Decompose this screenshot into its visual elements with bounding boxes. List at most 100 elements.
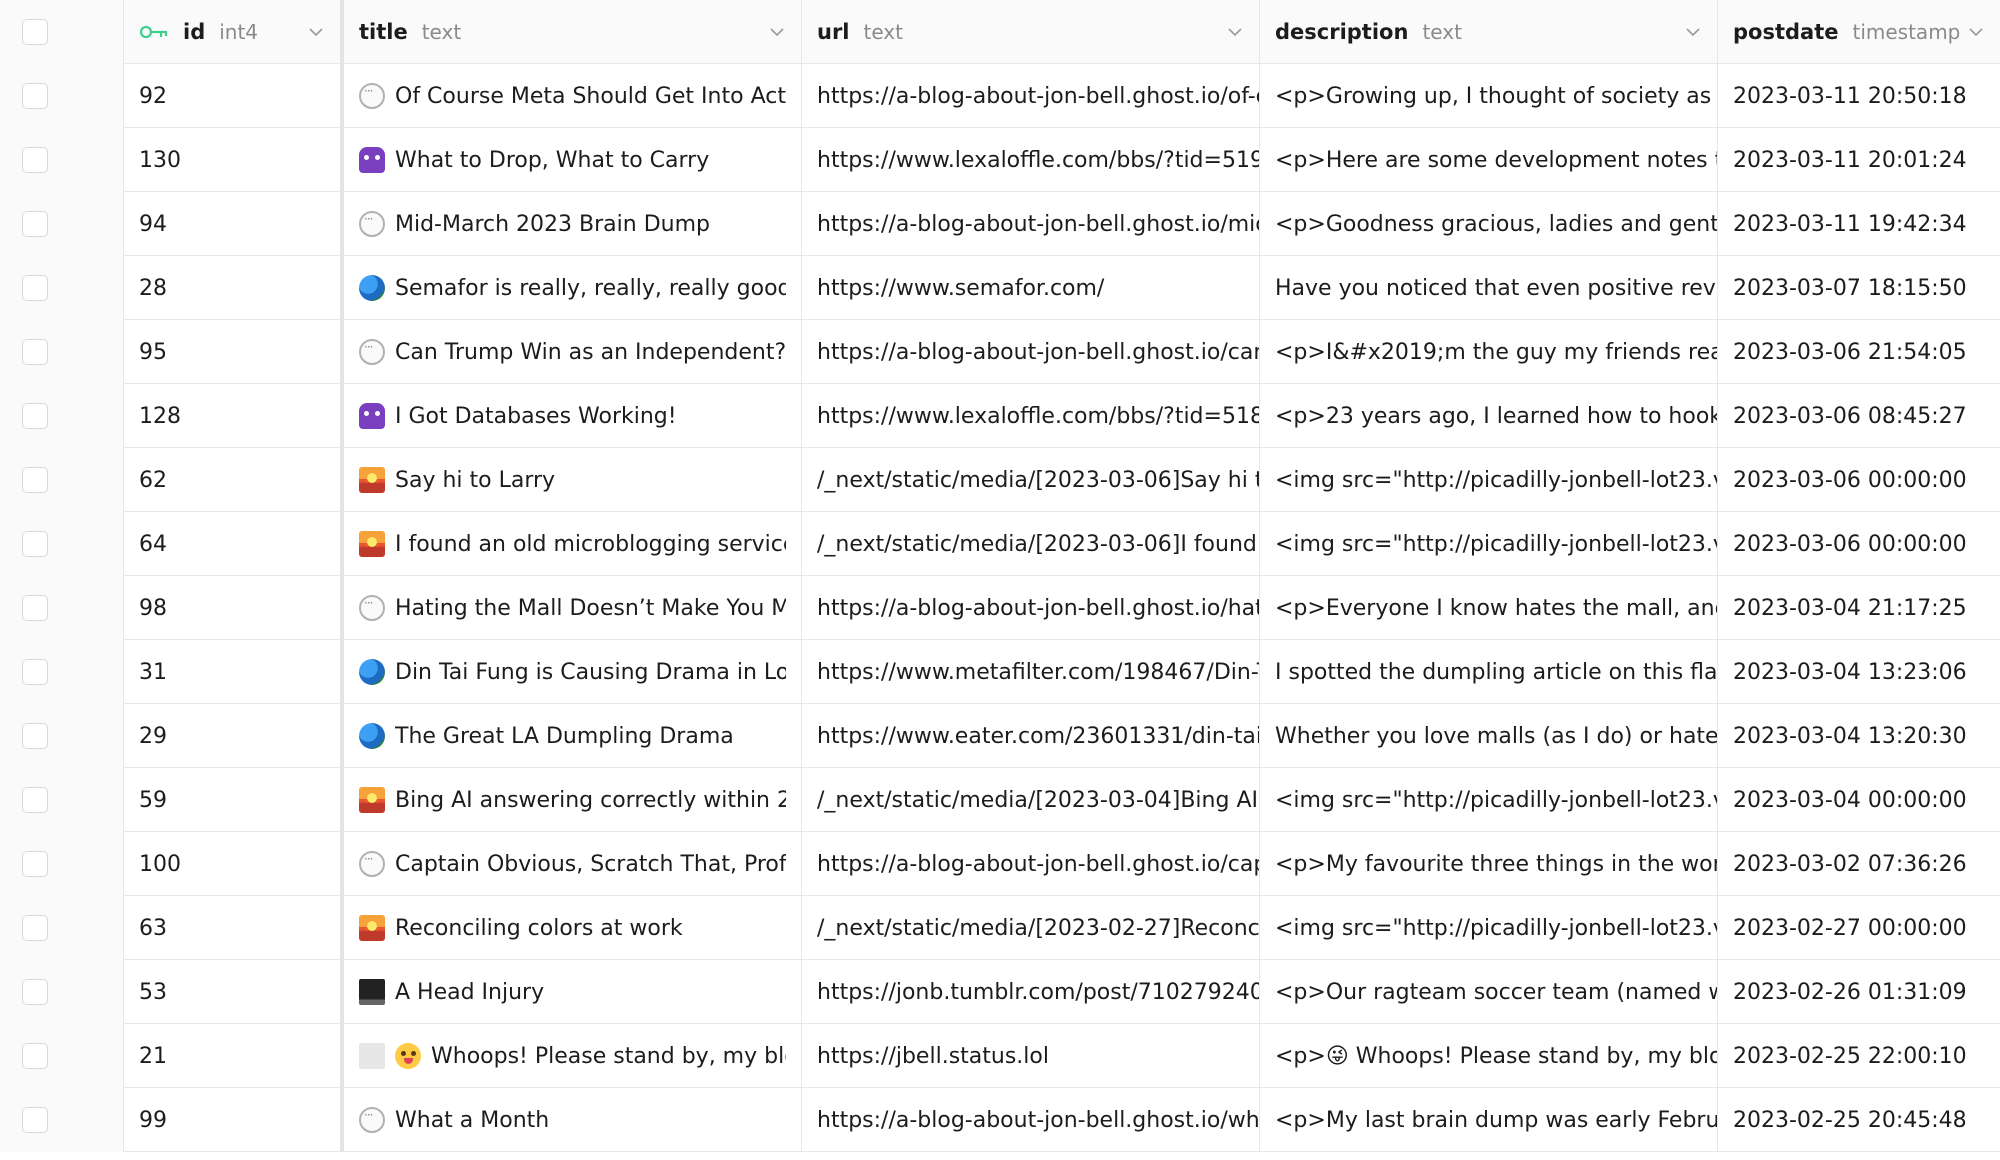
table-row[interactable]: 64 I found an old microblogging service I… — [0, 512, 2000, 576]
cell-description[interactable]: <p>My last brain dump was early Februar — [1260, 1088, 1718, 1152]
cell-description[interactable]: <img src="http://picadilly-jonbell-lot23… — [1260, 448, 1718, 512]
select-all-checkbox[interactable] — [22, 19, 48, 45]
cell-id[interactable]: 31 — [124, 640, 344, 704]
cell-url[interactable]: /_next/static/media/[2023-03-04]Bing AI — [802, 768, 1260, 832]
cell-postdate[interactable]: 2023-03-04 21:17:25 — [1718, 576, 2000, 640]
cell-url[interactable]: https://a-blog-about-jon-bell.ghost.io/h… — [802, 576, 1260, 640]
table-row[interactable]: 53 A Head Injury https://jonb.tumblr.com/p… — [0, 960, 2000, 1024]
row-checkbox[interactable] — [22, 403, 48, 429]
cell-id[interactable]: 130 — [124, 128, 344, 192]
cell-description[interactable]: <img src="http://picadilly-jonbell-lot23… — [1260, 896, 1718, 960]
chevron-down-icon[interactable] — [1684, 23, 1702, 41]
row-checkbox[interactable] — [22, 979, 48, 1005]
row-checkbox[interactable] — [22, 1107, 48, 1133]
row-checkbox[interactable] — [22, 211, 48, 237]
cell-id[interactable]: 64 — [124, 512, 344, 576]
cell-description[interactable]: <img src="http://picadilly-jonbell-lot23… — [1260, 512, 1718, 576]
cell-postdate[interactable]: 2023-03-02 07:36:26 — [1718, 832, 2000, 896]
row-checkbox[interactable] — [22, 595, 48, 621]
column-header-description[interactable]: description text — [1260, 0, 1718, 64]
cell-postdate[interactable]: 2023-03-04 13:20:30 — [1718, 704, 2000, 768]
table-row[interactable]: 98 Hating the Mall Doesn’t Make You Mo htt… — [0, 576, 2000, 640]
row-checkbox[interactable] — [22, 147, 48, 173]
cell-description[interactable]: <p>😜 Whoops! Please stand by, my blog — [1260, 1024, 1718, 1088]
cell-url[interactable]: https://a-blog-about-jon-bell.ghost.io/w… — [802, 1088, 1260, 1152]
cell-description[interactable]: <p>Here are some development notes to r — [1260, 128, 1718, 192]
cell-title[interactable]: Say hi to Larry — [344, 448, 802, 512]
cell-title[interactable]: Can Trump Win as an Independent? — [344, 320, 802, 384]
cell-url[interactable]: https://www.metafilter.com/198467/Din-T — [802, 640, 1260, 704]
chevron-down-icon[interactable] — [1967, 23, 1985, 41]
table-row[interactable]: 31 Din Tai Fung is Causing Drama in Los A… — [0, 640, 2000, 704]
cell-url[interactable]: /_next/static/media/[2023-03-06]Say hi t — [802, 448, 1260, 512]
cell-title[interactable]: The Great LA Dumpling Drama — [344, 704, 802, 768]
table-row[interactable]: 130 What to Drop, What to Carry https://ww… — [0, 128, 2000, 192]
cell-description[interactable]: <p>Goodness gracious, ladies and gentler — [1260, 192, 1718, 256]
cell-url[interactable]: https://www.lexaloffle.com/bbs/?tid=518 — [802, 384, 1260, 448]
cell-id[interactable]: 100 — [124, 832, 344, 896]
cell-title[interactable]: I found an old microblogging service I — [344, 512, 802, 576]
cell-url[interactable]: https://www.lexaloffle.com/bbs/?tid=519 — [802, 128, 1260, 192]
row-checkbox[interactable] — [22, 339, 48, 365]
cell-id[interactable]: 94 — [124, 192, 344, 256]
cell-postdate[interactable]: 2023-03-06 00:00:00 — [1718, 512, 2000, 576]
cell-url[interactable]: /_next/static/media/[2023-02-27]Reconci — [802, 896, 1260, 960]
row-checkbox[interactable] — [22, 787, 48, 813]
row-checkbox[interactable] — [22, 851, 48, 877]
table-row[interactable]: 28 Semafor is really, really, really good… — [0, 256, 2000, 320]
cell-description[interactable]: <p>My favourite three things in the worl… — [1260, 832, 1718, 896]
cell-description[interactable]: Whether you love malls (as I do) or hate… — [1260, 704, 1718, 768]
column-header-url[interactable]: url text — [802, 0, 1260, 64]
cell-url[interactable]: https://a-blog-about-jon-bell.ghost.io/c… — [802, 832, 1260, 896]
row-checkbox[interactable] — [22, 467, 48, 493]
chevron-down-icon[interactable] — [768, 23, 786, 41]
table-row[interactable]: 128 I Got Databases Working! https://www.l… — [0, 384, 2000, 448]
cell-url[interactable]: https://www.semafor.com/ — [802, 256, 1260, 320]
cell-title[interactable]: Reconciling colors at work — [344, 896, 802, 960]
row-checkbox[interactable] — [22, 83, 48, 109]
cell-url[interactable]: https://a-blog-about-jon-bell.ghost.io/c… — [802, 320, 1260, 384]
table-row[interactable]: 95 Can Trump Win as an Independent? https:… — [0, 320, 2000, 384]
table-row[interactable]: 94 Mid-March 2023 Brain Dump https://a-blo… — [0, 192, 2000, 256]
cell-postdate[interactable]: 2023-03-11 19:42:34 — [1718, 192, 2000, 256]
column-header-title[interactable]: title text — [344, 0, 802, 64]
cell-title[interactable]: Din Tai Fung is Causing Drama in Los A — [344, 640, 802, 704]
table-row[interactable]: 62 Say hi to Larry /_next/static/media/[20… — [0, 448, 2000, 512]
row-checkbox[interactable] — [22, 915, 48, 941]
cell-postdate[interactable]: 2023-03-06 00:00:00 — [1718, 448, 2000, 512]
cell-id[interactable]: 28 — [124, 256, 344, 320]
cell-id[interactable]: 29 — [124, 704, 344, 768]
cell-title[interactable]: What to Drop, What to Carry — [344, 128, 802, 192]
cell-title[interactable]: Whoops! Please stand by, my blog — [344, 1024, 802, 1088]
cell-postdate[interactable]: 2023-03-06 21:54:05 — [1718, 320, 2000, 384]
cell-id[interactable]: 98 — [124, 576, 344, 640]
cell-title[interactable]: Captain Obvious, Scratch That, Profes — [344, 832, 802, 896]
cell-url[interactable]: https://a-blog-about-jon-bell.ghost.io/o… — [802, 64, 1260, 128]
cell-title[interactable]: Semafor is really, really, really good — [344, 256, 802, 320]
row-checkbox[interactable] — [22, 723, 48, 749]
cell-id[interactable]: 62 — [124, 448, 344, 512]
cell-postdate[interactable]: 2023-02-25 22:00:10 — [1718, 1024, 2000, 1088]
cell-title[interactable]: A Head Injury — [344, 960, 802, 1024]
row-checkbox[interactable] — [22, 275, 48, 301]
cell-description[interactable]: <p>Everyone I know hates the mall, and I… — [1260, 576, 1718, 640]
cell-title[interactable]: Mid-March 2023 Brain Dump — [344, 192, 802, 256]
cell-id[interactable]: 128 — [124, 384, 344, 448]
cell-description[interactable]: <img src="http://picadilly-jonbell-lot23… — [1260, 768, 1718, 832]
cell-postdate[interactable]: 2023-02-26 01:31:09 — [1718, 960, 2000, 1024]
cell-description[interactable]: <p>Our ragteam soccer team (named with — [1260, 960, 1718, 1024]
cell-id[interactable]: 21 — [124, 1024, 344, 1088]
table-row[interactable]: 29 The Great LA Dumpling Drama https://www… — [0, 704, 2000, 768]
cell-description[interactable]: <p>23 years ago, I learned how to hook u… — [1260, 384, 1718, 448]
cell-url[interactable]: /_next/static/media/[2023-03-06]I found — [802, 512, 1260, 576]
table-row[interactable]: 59 Bing AI answering correctly within 24 /… — [0, 768, 2000, 832]
table-row[interactable]: 21 Whoops! Please stand by, my blog https:… — [0, 1024, 2000, 1088]
cell-postdate[interactable]: 2023-03-04 00:00:00 — [1718, 768, 2000, 832]
cell-id[interactable]: 95 — [124, 320, 344, 384]
cell-postdate[interactable]: 2023-03-04 13:23:06 — [1718, 640, 2000, 704]
cell-id[interactable]: 63 — [124, 896, 344, 960]
cell-url[interactable]: https://www.eater.com/23601331/din-tai-f — [802, 704, 1260, 768]
cell-title[interactable]: Of Course Meta Should Get Into Activ — [344, 64, 802, 128]
table-row[interactable]: 92 Of Course Meta Should Get Into Activ ht… — [0, 64, 2000, 128]
cell-id[interactable]: 59 — [124, 768, 344, 832]
